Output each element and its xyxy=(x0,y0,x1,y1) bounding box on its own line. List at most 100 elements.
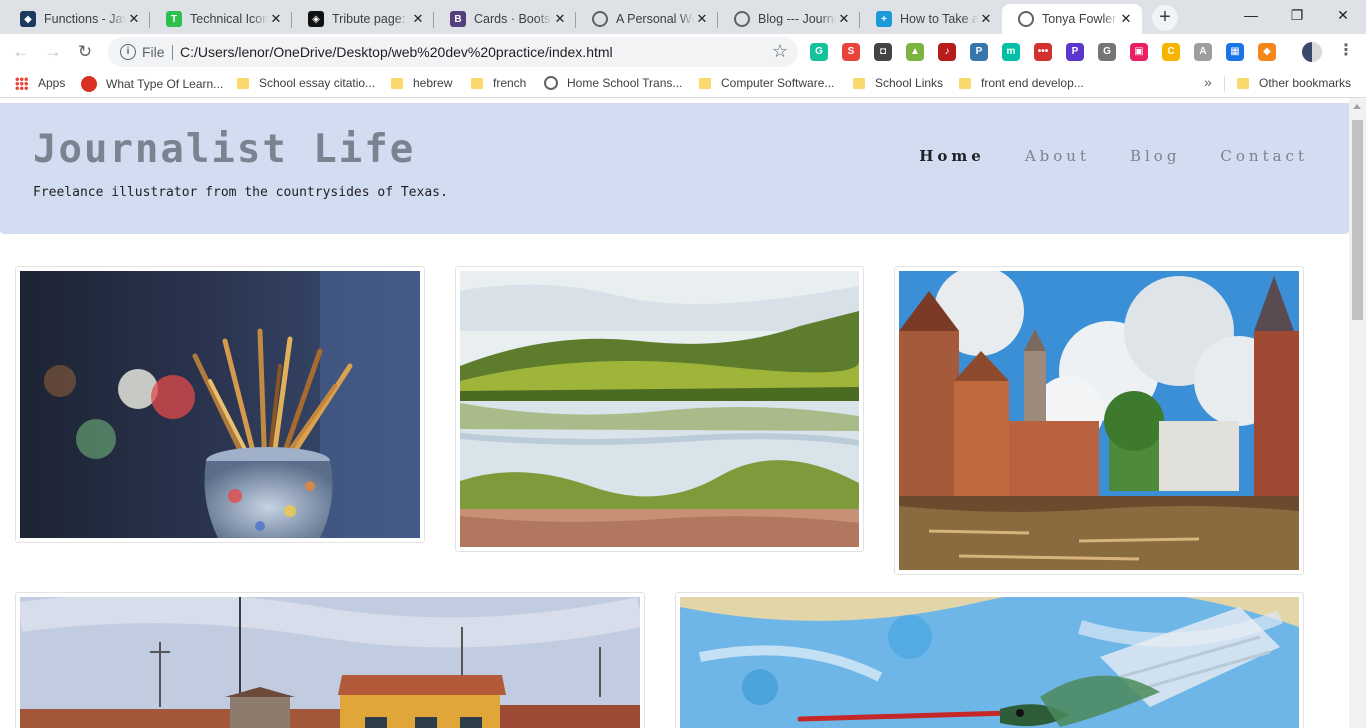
dots-icon[interactable]: ••• xyxy=(1034,43,1052,61)
restore-button[interactable]: ❐ xyxy=(1274,0,1320,30)
trend-icon xyxy=(81,76,97,92)
other-bookmarks-folder[interactable]: Other bookmarks xyxy=(1237,76,1351,90)
close-icon[interactable]: ✕ xyxy=(126,11,142,27)
globe-icon xyxy=(1018,11,1034,27)
close-icon[interactable]: ✕ xyxy=(268,11,284,27)
grammarly-icon[interactable]: G xyxy=(810,43,828,61)
globe-icon xyxy=(544,76,558,90)
font-icon[interactable]: A xyxy=(1194,43,1212,61)
bookmark-folder[interactable]: Computer Software... xyxy=(699,76,834,90)
python-icon[interactable]: P xyxy=(970,43,988,61)
arrow-left-icon: ← xyxy=(12,42,30,61)
plant-icon[interactable]: ▲ xyxy=(906,43,924,61)
bookmarks-divider xyxy=(1224,76,1225,92)
bookmark-label: hebrew xyxy=(413,76,453,90)
tab-title: Tribute page: Codepen xyxy=(332,12,410,26)
gallery-image-paint-brushes xyxy=(20,271,420,538)
bookmark-item[interactable]: Home School Trans... xyxy=(544,76,682,90)
g-gray-icon[interactable]: G xyxy=(1098,43,1116,61)
tab-title: A Personal Website xyxy=(616,12,694,26)
browser-menu-icon[interactable]: ⋮ xyxy=(1338,40,1354,60)
mdn-favicon-icon: ◆ xyxy=(20,11,36,27)
close-icon[interactable]: ✕ xyxy=(410,11,426,27)
p-badge-icon[interactable]: P xyxy=(1066,43,1084,61)
gallery-image-hummingbird xyxy=(680,597,1299,728)
bookmark-label: School Links xyxy=(875,76,944,90)
profile-avatar[interactable] xyxy=(1302,42,1322,62)
calculator-icon[interactable]: ▦ xyxy=(1226,43,1244,61)
reload-button[interactable]: ↻ xyxy=(72,39,98,65)
scrollbar-thumb[interactable] xyxy=(1352,120,1363,320)
nav-link-blog[interactable]: Blog xyxy=(1130,147,1180,165)
browser-tab-active[interactable]: Tonya Fowler ✕ xyxy=(1002,4,1142,34)
browser-tab[interactable]: + How to Take a Screenshot ✕ xyxy=(860,4,1002,34)
tab-title: Blog --- Journalist Life xyxy=(758,12,836,26)
folder-icon xyxy=(959,77,971,89)
gallery-card[interactable] xyxy=(15,592,645,728)
bookmarks-bar: Apps What Type Of Learn... School essay … xyxy=(0,70,1366,98)
idea-icon[interactable]: ◘ xyxy=(874,43,892,61)
scroll-up-arrow-icon[interactable] xyxy=(1353,104,1361,109)
bookmarks-overflow-button[interactable]: » xyxy=(1204,74,1212,90)
info-icon[interactable]: i xyxy=(120,44,136,60)
bookmark-label: What Type Of Learn... xyxy=(106,77,224,91)
address-bar[interactable]: i File C:/Users/lenor/OneDrive/Desktop/w… xyxy=(108,37,798,67)
bookmark-item[interactable]: What Type Of Learn... xyxy=(81,76,223,92)
address-scheme: File xyxy=(142,44,165,60)
m-icon[interactable]: m xyxy=(1002,43,1020,61)
browser-tab[interactable]: ◆ Functions - JavaScript | MDN ✕ xyxy=(4,4,150,34)
bookmark-label: Other bookmarks xyxy=(1259,76,1352,90)
nav-link-home[interactable]: Home xyxy=(919,147,985,165)
bookmark-folder[interactable]: School essay citatio... xyxy=(237,76,375,90)
bookmark-label: french xyxy=(493,76,527,90)
nav-link-about[interactable]: About xyxy=(1025,147,1090,165)
forward-button[interactable]: → xyxy=(40,39,66,65)
gallery-card[interactable] xyxy=(15,266,425,543)
coupon-icon[interactable]: C xyxy=(1162,43,1180,61)
close-window-button[interactable]: ✕ xyxy=(1320,0,1366,30)
tab-title: Tonya Fowler xyxy=(1042,12,1117,26)
gallery-card[interactable] xyxy=(675,592,1304,728)
folder-icon xyxy=(853,77,865,89)
codepen-favicon-icon: ◈ xyxy=(308,11,324,27)
folder-icon xyxy=(237,77,249,89)
site-title: Journalist Life xyxy=(33,127,416,172)
gallery-card[interactable] xyxy=(894,266,1304,575)
close-icon[interactable]: ✕ xyxy=(694,11,710,27)
browser-tab[interactable]: ◈ Tribute page: Codepen ✕ xyxy=(292,4,434,34)
gallery-image-rooftops xyxy=(20,597,640,728)
back-button[interactable]: ← xyxy=(8,39,34,65)
close-icon[interactable]: ✕ xyxy=(978,11,994,27)
bookmark-folder[interactable]: School Links xyxy=(853,76,943,90)
globe-icon xyxy=(734,11,750,27)
gallery-card[interactable] xyxy=(455,266,864,552)
tab-title: Cards · Bootstrap xyxy=(474,12,552,26)
adblock-icon[interactable]: S xyxy=(842,43,860,61)
minimize-button[interactable]: — xyxy=(1228,0,1274,30)
browser-tab[interactable]: Blog --- Journalist Life ✕ xyxy=(718,4,860,34)
bookmark-apps[interactable]: Apps xyxy=(15,76,65,90)
close-icon[interactable]: ✕ xyxy=(1118,11,1134,27)
tab-title: How to Take a Screenshot xyxy=(900,12,978,26)
audio-icon[interactable]: ♪ xyxy=(938,43,956,61)
site-nav: Home About Blog Contact xyxy=(919,147,1308,165)
bookmark-folder[interactable]: front end develop... xyxy=(959,76,1084,90)
folder-icon xyxy=(699,77,711,89)
window-icon[interactable]: ▣ xyxy=(1130,43,1148,61)
nav-link-contact[interactable]: Contact xyxy=(1220,147,1308,165)
bookmark-folder[interactable]: french xyxy=(471,76,526,90)
new-tab-button[interactable]: + xyxy=(1152,5,1178,31)
page-scrollbar[interactable] xyxy=(1349,98,1366,728)
browser-tab[interactable]: A Personal Website ✕ xyxy=(576,4,718,34)
bookmark-folder[interactable]: hebrew xyxy=(391,76,452,90)
site-header: Journalist Life Freelance illustrator fr… xyxy=(0,103,1349,234)
reload-icon: ↻ xyxy=(77,42,93,61)
browser-tab[interactable]: T Technical Icons ✕ xyxy=(150,4,292,34)
metamask-icon[interactable]: ◆ xyxy=(1258,43,1276,61)
browser-tab[interactable]: B Cards · Bootstrap ✕ xyxy=(434,4,576,34)
close-icon[interactable]: ✕ xyxy=(552,11,568,27)
bookmark-star-icon[interactable]: ☆ xyxy=(772,41,788,62)
folder-icon xyxy=(391,77,403,89)
address-url[interactable]: C:/Users/lenor/OneDrive/Desktop/web%20de… xyxy=(180,44,613,60)
close-icon[interactable]: ✕ xyxy=(836,11,852,27)
